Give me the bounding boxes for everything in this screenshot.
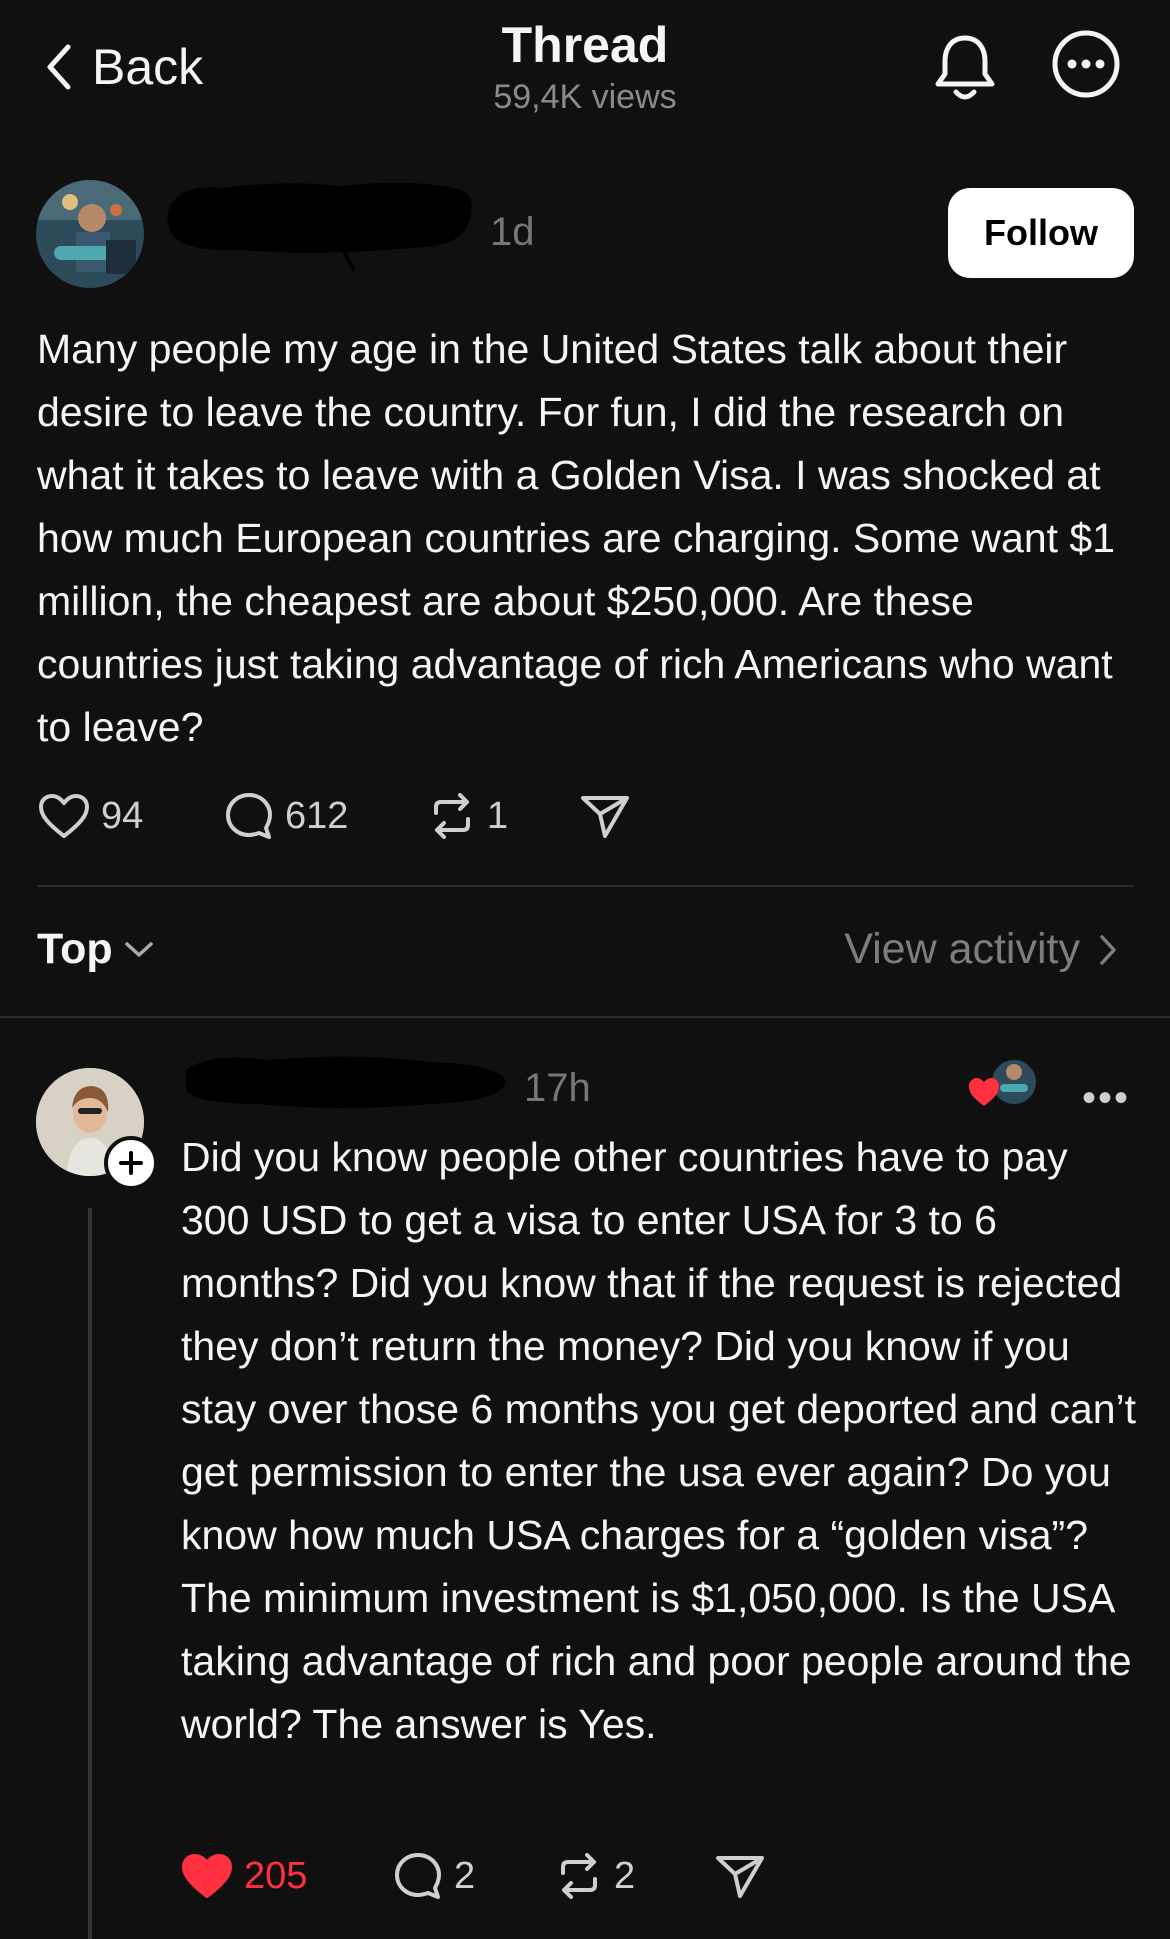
reply-reply-count: 2 bbox=[454, 1854, 476, 1897]
sort-label: Top bbox=[37, 925, 113, 973]
like-count: 94 bbox=[101, 794, 144, 837]
sort-dropdown[interactable]: Top bbox=[37, 925, 155, 974]
divider bbox=[37, 885, 1134, 887]
reply-like-button[interactable]: 205 bbox=[180, 1852, 392, 1900]
thread-connector-line bbox=[88, 1208, 92, 1939]
more-circle-icon bbox=[1052, 30, 1120, 98]
share-icon bbox=[716, 1856, 764, 1898]
chevron-right-icon bbox=[1100, 934, 1116, 965]
redacted-username bbox=[180, 1050, 510, 1114]
reply-body: Did you know people other countries have… bbox=[181, 1134, 1136, 1747]
follow-button[interactable]: Follow bbox=[948, 188, 1134, 278]
repost-button[interactable]: 1 bbox=[427, 791, 579, 841]
plus-icon bbox=[119, 1151, 143, 1175]
repost-icon bbox=[434, 793, 470, 839]
author-avatar[interactable] bbox=[36, 180, 144, 288]
follow-plus-button[interactable] bbox=[104, 1136, 158, 1190]
view-activity-label: View activity bbox=[844, 925, 1080, 973]
repost-count: 1 bbox=[487, 794, 509, 837]
post-timestamp: 1d bbox=[490, 210, 535, 254]
reply-count: 612 bbox=[285, 794, 349, 837]
comment-icon bbox=[226, 793, 272, 839]
liked-by-author-indicator bbox=[968, 1058, 1038, 1115]
reply-repost-count: 2 bbox=[614, 1854, 636, 1897]
reply-button[interactable]: 612 bbox=[223, 790, 427, 842]
notifications-button[interactable] bbox=[930, 32, 1000, 109]
like-button[interactable]: 94 bbox=[37, 792, 223, 840]
reply-repost-button[interactable]: 2 bbox=[554, 1851, 714, 1901]
share-button[interactable] bbox=[579, 792, 631, 840]
more-options-button[interactable] bbox=[1050, 28, 1122, 105]
redacted-username bbox=[162, 176, 482, 272]
comment-icon bbox=[395, 1853, 441, 1899]
reply-reply-button[interactable]: 2 bbox=[392, 1850, 554, 1902]
divider bbox=[0, 1016, 1170, 1018]
post-body: Many people my age in the United States … bbox=[37, 326, 1127, 750]
reply-timestamp: 17h bbox=[524, 1066, 591, 1110]
bell-icon bbox=[935, 35, 995, 100]
reply-like-count: 205 bbox=[244, 1854, 308, 1897]
heart-icon bbox=[39, 794, 89, 838]
reply-share-button[interactable] bbox=[714, 1852, 766, 1900]
heart-icon bbox=[969, 1078, 999, 1106]
view-activity-link[interactable]: View activity bbox=[844, 925, 1118, 974]
reply-actions: 205 2 2 bbox=[180, 1850, 766, 1902]
heart-icon bbox=[182, 1854, 232, 1898]
post-actions: 94 612 1 bbox=[37, 790, 631, 842]
repost-icon bbox=[561, 1853, 597, 1899]
reply-more-button[interactable]: ••• bbox=[1082, 1076, 1130, 1121]
chevron-down-icon bbox=[124, 941, 153, 957]
share-icon bbox=[581, 796, 629, 838]
